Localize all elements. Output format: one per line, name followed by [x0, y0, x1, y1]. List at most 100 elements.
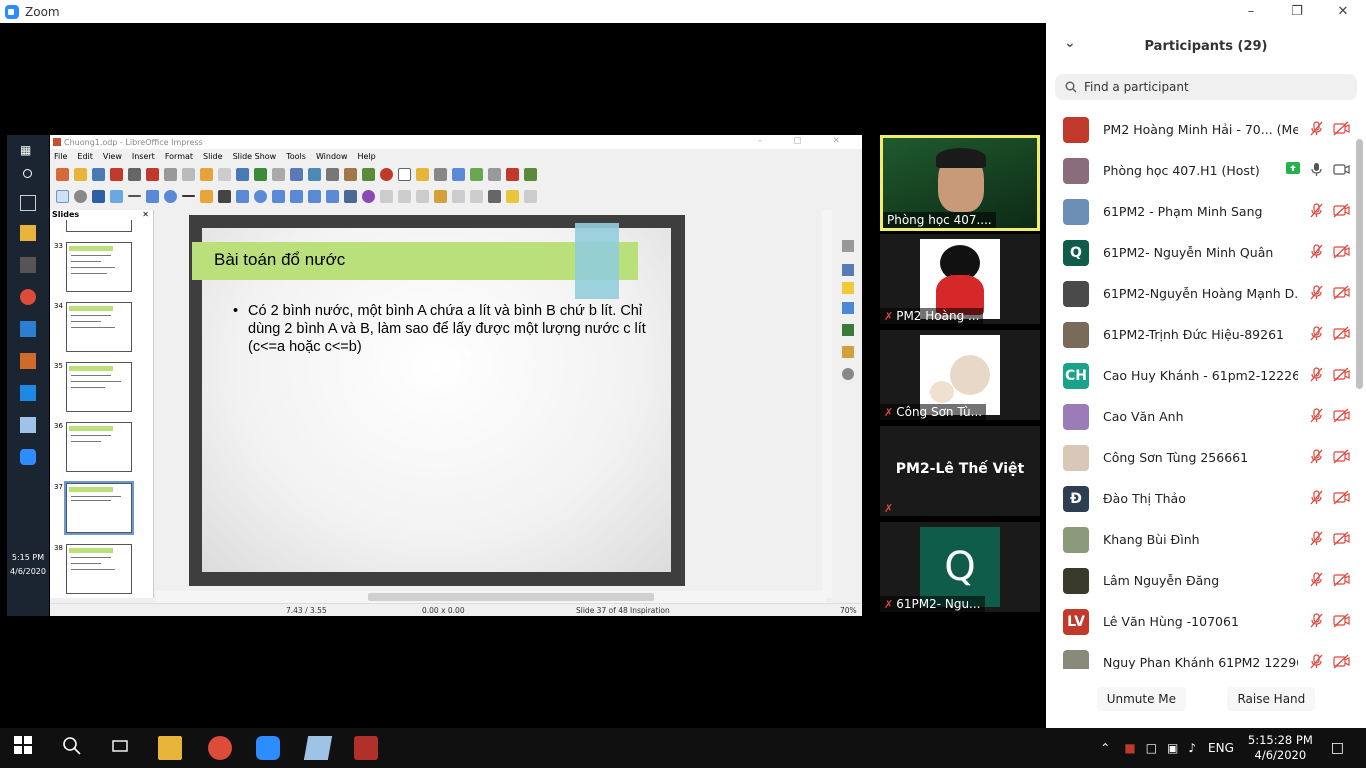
video-tile-active[interactable]: Phòng học 407.... [880, 135, 1040, 231]
video-tile[interactable]: PM2-Lê Thế Việt ✗ [880, 426, 1040, 516]
slide-thumbnail[interactable] [66, 362, 132, 412]
image-icon[interactable] [344, 167, 357, 181]
undo-icon[interactable] [200, 167, 213, 181]
participant-row[interactable]: Q 61PM2- Nguyễn Minh Quân [1046, 232, 1354, 273]
menu-tools[interactable]: Tools [286, 152, 306, 161]
restore-button[interactable]: ❐ [1274, 0, 1320, 23]
curve-icon[interactable] [200, 189, 213, 203]
language-indicator[interactable]: ENG [1208, 741, 1234, 755]
horizontal-scrollbar[interactable] [156, 591, 826, 603]
layout-icon[interactable] [524, 167, 537, 181]
show-hidden-icons-icon[interactable]: ⌃ [1100, 741, 1110, 755]
connector-icon[interactable] [218, 189, 231, 203]
file-explorer-icon[interactable] [158, 736, 182, 760]
align-icon[interactable] [380, 189, 393, 203]
video-tile[interactable]: ✗ Công Sơn Tù... [880, 330, 1040, 420]
filter-icon[interactable] [470, 189, 483, 203]
block-arrows-icon[interactable] [272, 189, 285, 203]
menu-slide[interactable]: Slide [203, 152, 223, 161]
callouts-icon[interactable] [308, 189, 321, 203]
chrome-icon[interactable] [208, 736, 232, 760]
duplicate-slide-icon[interactable] [488, 167, 501, 181]
game-icon[interactable] [354, 736, 378, 760]
notifications-icon[interactable]: □ [1331, 740, 1344, 756]
collapse-chevron-icon[interactable]: ⌄ [1064, 35, 1076, 51]
stars-icon[interactable] [326, 189, 339, 203]
points-icon[interactable] [488, 189, 501, 203]
rotate-icon[interactable] [362, 189, 375, 203]
menu-edit[interactable]: Edit [77, 152, 93, 161]
new-slide-icon[interactable] [470, 167, 483, 181]
slide-thumbnail[interactable] [66, 302, 132, 352]
slideshow-icon[interactable] [308, 167, 321, 181]
spellcheck-icon[interactable] [254, 167, 267, 181]
menu-insert[interactable]: Insert [132, 152, 155, 161]
network-icon[interactable]: ▣ [1167, 741, 1178, 755]
3d-objects-icon[interactable] [344, 189, 357, 203]
slide-thumbnail[interactable] [66, 242, 132, 292]
task-view-icon[interactable] [110, 736, 134, 760]
participant-row[interactable]: LV Lê Văn Hùng -107061 [1046, 601, 1354, 642]
find-icon[interactable] [236, 167, 249, 181]
slide-thumbnail[interactable] [66, 422, 132, 472]
zoom-icon[interactable] [74, 189, 87, 203]
open-icon[interactable] [74, 167, 87, 181]
animation-star-icon[interactable] [842, 282, 854, 294]
close-pane-icon[interactable]: ✕ [142, 210, 149, 222]
textbox-icon[interactable] [398, 167, 411, 181]
participant-row[interactable]: CH Cao Huy Khánh - 61pm2-122261 [1046, 355, 1354, 396]
rectangle-icon[interactable] [146, 189, 159, 203]
menu-help[interactable]: Help [357, 152, 375, 161]
menu-window[interactable]: Window [316, 152, 348, 161]
battery-icon[interactable]: □ [1146, 741, 1157, 755]
participant-row[interactable]: Nguy Phan Khánh 61PM2 122961 [1046, 642, 1354, 669]
glue-icon[interactable] [506, 189, 519, 203]
slide-content[interactable]: Có 2 bình nước, một bình A chứa a lít và… [233, 302, 658, 356]
vertical-scrollbar[interactable] [822, 210, 832, 598]
participant-row[interactable]: Phòng học 407.H1 (Host) [1046, 150, 1354, 191]
copy-icon[interactable] [164, 167, 177, 181]
basic-shapes-icon[interactable] [236, 189, 249, 203]
menu-slideshow[interactable]: Slide Show [233, 152, 277, 161]
slide-thumbnail[interactable] [66, 220, 132, 232]
styles-icon[interactable] [842, 324, 854, 336]
crop-icon[interactable] [452, 189, 465, 203]
print-icon[interactable] [128, 167, 141, 181]
windows-start-icon[interactable] [14, 736, 38, 760]
slide-thumbnail-selected[interactable] [64, 481, 134, 535]
media-icon[interactable] [380, 167, 393, 181]
delete-slide-icon[interactable] [506, 167, 519, 181]
participant-row[interactable]: 61PM2 - Phạm Minh Sang [1046, 191, 1354, 232]
line-color-icon[interactable] [92, 189, 105, 203]
link-icon[interactable] [434, 167, 447, 181]
status-zoom[interactable]: 70% [840, 606, 857, 615]
participant-row[interactable]: Lâm Nguyễn Đăng [1046, 560, 1354, 601]
redo-icon[interactable] [218, 167, 231, 181]
participant-row[interactable]: Công Sơn Tùng 256661 [1046, 437, 1354, 478]
display-icon[interactable] [290, 167, 303, 181]
volume-icon[interactable]: ♪ [1188, 741, 1196, 755]
video-tile[interactable]: Q ✗ 61PM2- Ngu... [880, 522, 1040, 612]
minimize-button[interactable]: – [1228, 0, 1274, 23]
cut-icon[interactable] [146, 167, 159, 181]
slide-thumbnail[interactable] [66, 544, 132, 594]
ellipse-icon[interactable] [164, 189, 177, 203]
zoom-taskbar-icon[interactable] [256, 736, 280, 760]
video-tile[interactable]: ✗ PM2 Hoàng ... [880, 234, 1040, 324]
properties-icon[interactable] [842, 240, 854, 252]
participant-row[interactable]: Cao Văn Anh [1046, 396, 1354, 437]
helplines-icon[interactable] [452, 167, 465, 181]
shadow-icon[interactable] [434, 189, 447, 203]
tray-app-icon[interactable]: ■ [1124, 741, 1135, 755]
pdf-icon[interactable] [110, 167, 123, 181]
table-icon[interactable] [326, 167, 339, 181]
taskbar-clock[interactable]: 5:15:28 PM 4/6/2020 [1248, 733, 1313, 763]
participant-row[interactable]: PM2 Hoàng Minh Hải - 70... (Me) [1046, 109, 1354, 150]
fill-color-icon[interactable] [110, 189, 123, 203]
arrow-line-icon[interactable] [182, 195, 195, 197]
participant-row[interactable]: Đ Đào Thị Thảo [1046, 478, 1354, 519]
participant-row[interactable]: Khang Bùi Đình [1046, 519, 1354, 560]
navigator-icon[interactable] [842, 368, 854, 380]
participant-row[interactable]: 61PM2-Trịnh Đức Hiệu-89261 [1046, 314, 1354, 355]
symbol-shapes-icon[interactable] [254, 189, 267, 203]
